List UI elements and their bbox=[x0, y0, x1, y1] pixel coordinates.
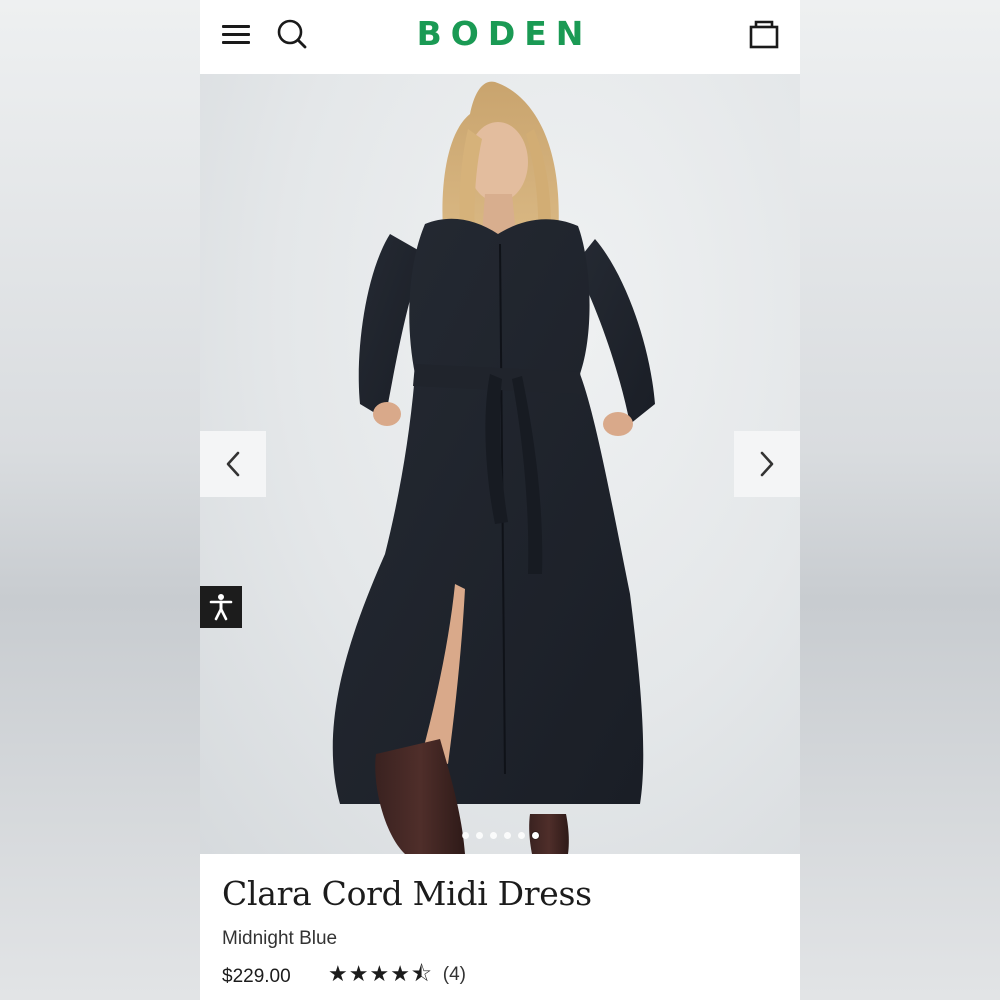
backdrop-left bbox=[0, 0, 200, 1000]
product-title: Clara Cord Midi Dress bbox=[222, 874, 592, 913]
carousel-dot[interactable] bbox=[461, 832, 469, 839]
chevron-right-icon bbox=[760, 451, 774, 477]
star-full-icon: ★ bbox=[390, 962, 410, 987]
site-header: BODEN bbox=[200, 0, 800, 74]
mobile-page: BODEN Clara Cord Midi Dress Midnight Blu… bbox=[200, 0, 800, 1000]
backdrop-right bbox=[800, 0, 1000, 1000]
previous-image-button[interactable] bbox=[200, 431, 266, 497]
product-image-carousel[interactable] bbox=[200, 74, 800, 854]
brand-logo[interactable]: BODEN bbox=[200, 14, 800, 53]
carousel-dot[interactable] bbox=[517, 832, 525, 839]
accessibility-icon bbox=[209, 594, 233, 621]
carousel-pagination bbox=[200, 832, 800, 839]
product-color: Midnight Blue bbox=[222, 928, 338, 949]
review-count[interactable]: (4) bbox=[443, 964, 466, 986]
chevron-left-icon bbox=[226, 451, 240, 477]
shopping-bag-icon[interactable] bbox=[748, 18, 780, 50]
star-full-icon: ★ bbox=[369, 962, 390, 987]
star-full-icon: ★ bbox=[348, 962, 369, 987]
carousel-dot[interactable] bbox=[531, 832, 539, 839]
carousel-dot[interactable] bbox=[503, 832, 511, 839]
star-half-icon: ⯪ bbox=[410, 962, 432, 987]
star-full-icon: ★ bbox=[328, 962, 348, 987]
product-photo bbox=[332, 81, 655, 854]
product-rating[interactable]: ★ ★ ★ ★ ⯪ (4) bbox=[328, 963, 466, 987]
accessibility-button[interactable] bbox=[200, 586, 242, 628]
carousel-dot[interactable] bbox=[475, 832, 483, 839]
carousel-dot[interactable] bbox=[489, 832, 497, 839]
next-image-button[interactable] bbox=[734, 431, 800, 497]
product-price: $229.00 bbox=[222, 966, 291, 987]
